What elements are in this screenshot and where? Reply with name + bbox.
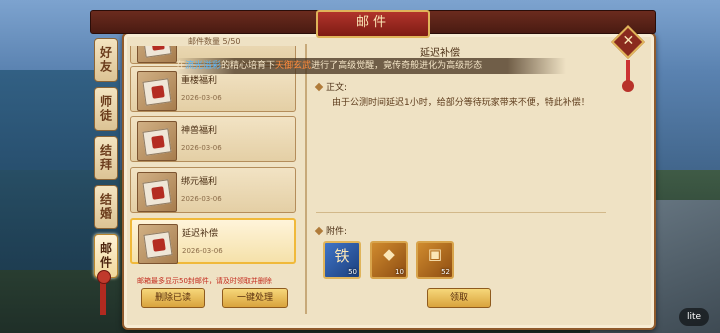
mail-envelope-icon (137, 46, 177, 63)
scrolling-announcement: 在流光溢彩的精心培育下天御玄武进行了高级觉醒，竟传奇般进化为高级形态 (176, 58, 566, 74)
attachments-label-text: 附件: (326, 227, 348, 237)
detail-separator (316, 212, 606, 213)
mail-detail-title: 延迟补偿 (420, 48, 460, 59)
attachment-item[interactable]: 铁 50 (323, 241, 361, 279)
mail-date: 2026-03-06 (181, 195, 222, 203)
tab-friends[interactable]: 好友 (94, 38, 118, 82)
diamond-bullet-icon (314, 226, 324, 236)
mail-list: 重楼福利 2026-03-06 神兽福利 2026-03-06 绑元福利 202… (128, 46, 300, 272)
tab-knot-decoration (97, 270, 111, 284)
mail-title: 延迟补偿 (182, 229, 219, 239)
treasure-chest-icon: ▣ (427, 245, 443, 263)
attachment-count: 52 (441, 268, 450, 276)
mail-item-selected[interactable]: 延迟补偿 2026-03-06 (130, 218, 296, 264)
diamond-bullet-icon (314, 82, 324, 92)
tab-master[interactable]: 师徒 (94, 87, 118, 131)
mail-envelope-icon (137, 172, 177, 212)
mail-date: 2026-03-06 (181, 144, 222, 152)
attachment-item[interactable]: ▣ 52 (416, 241, 454, 279)
tab-marriage[interactable]: 结婚 (94, 185, 118, 229)
delete-read-button[interactable]: 删除已读 (141, 288, 205, 308)
mail-title: 绑元福利 (181, 177, 218, 187)
mail-envelope-icon (138, 224, 178, 264)
mail-item[interactable]: 神兽福利 2026-03-06 (130, 116, 296, 162)
mail-title: 重楼福利 (181, 76, 218, 86)
mail-date: 2026-03-06 (182, 247, 223, 255)
one-click-process-button[interactable]: 一键处理 (222, 288, 288, 308)
window-title: 邮件 (316, 10, 430, 38)
attachments-section-label: 附件: (314, 224, 348, 237)
announce-pet-name: 天御玄武 (275, 61, 312, 71)
mail-envelope-icon (137, 71, 177, 111)
announce-middle: 的精心培育下 (221, 61, 276, 71)
mail-date: 2026-03-06 (181, 94, 222, 102)
gold-ingot-icon: ◆ (383, 245, 395, 263)
iron-token-icon: 铁 (334, 247, 350, 265)
mail-envelope-icon (137, 121, 177, 161)
mail-body-text: 由于公测时间延迟1小时，给部分等待玩家带来不便，特此补偿！ (332, 98, 590, 108)
mailbox-limit-note: 邮箱最多显示50封邮件，请及时领取并删除 (137, 277, 272, 285)
attachment-item[interactable]: ◆ 10 (370, 241, 408, 279)
lite-badge[interactable]: lite (679, 308, 709, 326)
announce-suffix: 进行了高级觉醒，竟传奇般进化为高级形态 (311, 61, 483, 71)
announce-prefix: 在 (176, 61, 186, 71)
body-section-label: 正文: (314, 80, 348, 93)
close-icon: ✕ (622, 33, 635, 50)
claim-button[interactable]: 领取 (427, 288, 491, 308)
attachment-count: 50 (348, 268, 357, 276)
announce-player-name: 流光溢彩 (185, 61, 222, 71)
attachment-count: 10 (395, 268, 404, 276)
body-label-text: 正文: (326, 83, 348, 93)
mail-title: 神兽福利 (181, 126, 218, 136)
panel-divider (305, 44, 307, 314)
mail-item[interactable]: 绑元福利 2026-03-06 (130, 167, 296, 213)
tab-sworn[interactable]: 结拜 (94, 136, 118, 180)
tassel-knot-decoration (622, 80, 634, 92)
